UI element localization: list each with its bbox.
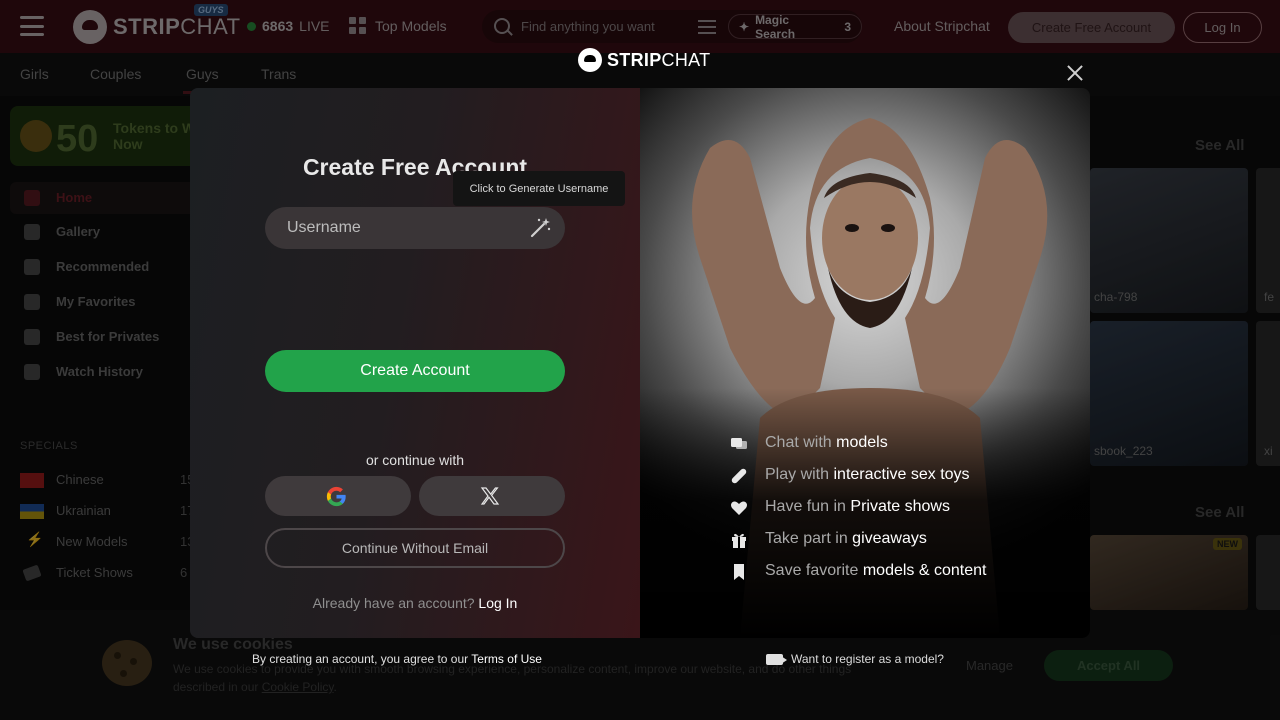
terms-link[interactable]: Terms of Use [471,652,542,666]
close-icon[interactable] [1066,64,1084,82]
username-field[interactable]: Username [265,207,565,249]
feature-text: Play with interactive sex toys [765,466,970,483]
x-logo-icon [480,487,500,505]
google-login-button[interactable] [265,476,411,516]
x-login-button[interactable] [419,476,565,516]
generate-username-tooltip: Click to Generate Username [453,171,625,206]
terms-text: By creating an account, you agree to our [252,652,469,666]
bookmark-icon [734,564,744,580]
logo-icon [578,48,602,72]
already-text: Already have an account? [312,595,475,611]
modal-login-link[interactable]: Log In [478,595,517,611]
modal-logo-text: STRIPCHAT [607,49,711,70]
heart-icon [731,501,747,515]
modal-logo: STRIPCHAT [578,48,710,72]
google-icon [326,486,346,507]
terms-notice: By creating an account, you agree to our… [252,652,542,666]
chat-icon [731,438,747,449]
feature-text: Take part in giveaways [765,530,927,547]
already-have-account: Already have an account? Log In [190,595,640,611]
create-account-button[interactable]: Create Account [265,350,565,392]
register-model-text: Want to register as a model? [791,652,944,666]
magic-wand-icon[interactable] [529,217,551,239]
feature-text: Chat with models [765,434,888,451]
feature-text: Have fun in Private shows [765,498,950,515]
username-input[interactable]: Username [287,219,361,237]
feature-text: Save favorite models & content [765,562,987,579]
promo-panel: Chat with models Play with interactive s… [640,88,1090,638]
signup-form-panel: Create Free Account Username Create Acco… [190,88,640,638]
page: STRIPCHAT GUYS 6863 LIVE Top Models Find… [0,0,1280,720]
or-continue-label: or continue with [365,452,465,468]
gift-icon [732,533,746,548]
camera-icon [766,653,787,665]
toy-icon [731,468,747,484]
register-model-link[interactable]: Want to register as a model? [766,652,944,666]
continue-without-email-button[interactable]: Continue Without Email [265,528,565,568]
signup-modal: Create Free Account Username Create Acco… [190,88,1090,638]
